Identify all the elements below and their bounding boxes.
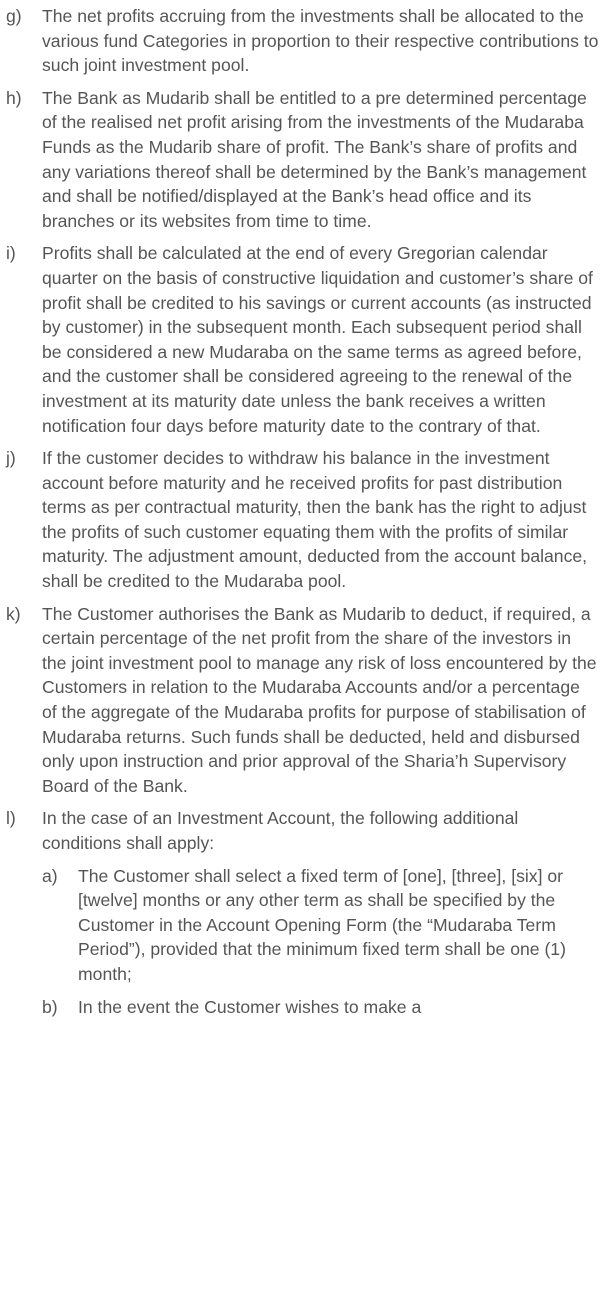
document-page: g) The net profits accruing from the inv… bbox=[0, 0, 611, 1300]
clause-text: Profits shall be calculated at the end o… bbox=[42, 243, 593, 436]
clause-i: i) Profits shall be calculated at the en… bbox=[6, 241, 599, 438]
clause-text: In the case of an Investment Account, th… bbox=[42, 808, 519, 853]
subclause-b: b) In the event the Customer wishes to m… bbox=[42, 995, 599, 1020]
clause-l: l) In the case of an Investment Account,… bbox=[6, 806, 599, 1027]
clause-marker: j) bbox=[6, 448, 16, 469]
clause-text: The Customer authorises the Bank as Muda… bbox=[42, 603, 597, 796]
clause-marker: i) bbox=[6, 243, 16, 264]
clause-body: In the case of an Investment Account, th… bbox=[42, 806, 599, 1027]
subclause-text: The Customer shall select a fixed term o… bbox=[78, 865, 566, 984]
subclause-marker: a) bbox=[42, 865, 58, 886]
clause-g: g) The net profits accruing from the inv… bbox=[6, 4, 599, 78]
clause-marker: l) bbox=[6, 808, 16, 829]
clause-text: If the customer decides to withdraw his … bbox=[42, 448, 588, 592]
clause-text: The Bank as Mudarib shall be entitled to… bbox=[42, 87, 587, 231]
clause-k: k) The Customer authorises the Bank as M… bbox=[6, 602, 599, 799]
subclause-marker: b) bbox=[42, 996, 58, 1017]
clause-h: h) The Bank as Mudarib shall be entitled… bbox=[6, 86, 599, 234]
clause-marker: k) bbox=[6, 603, 21, 624]
clause-marker: g) bbox=[6, 6, 22, 26]
subclause-text: In the event the Customer wishes to make… bbox=[78, 996, 422, 1017]
clause-j: j) If the customer decides to withdraw h… bbox=[6, 446, 599, 594]
subclause-a: a) The Customer shall select a fixed ter… bbox=[42, 864, 599, 987]
clause-text: The net profits accruing from the invest… bbox=[42, 6, 599, 76]
clause-list: g) The net profits accruing from the inv… bbox=[6, 4, 599, 1027]
subclause-list: a) The Customer shall select a fixed ter… bbox=[42, 864, 599, 1020]
clause-marker: h) bbox=[6, 87, 22, 108]
